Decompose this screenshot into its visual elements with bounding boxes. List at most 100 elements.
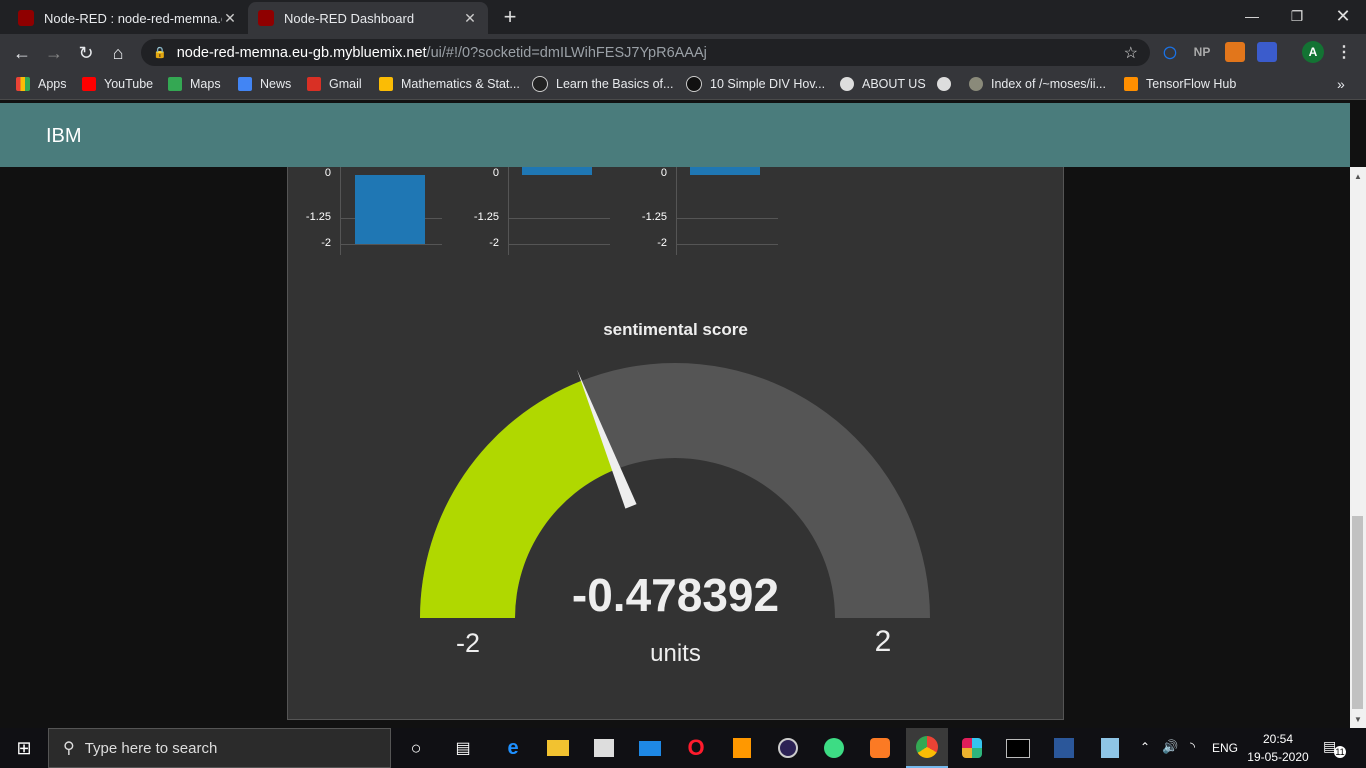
extension-np[interactable]: NP [1192,42,1212,62]
bookmark-mathematics[interactable]: Mathematics & Stat... [379,74,520,94]
cortana-icon[interactable]: ○ [401,733,431,763]
seal-icon [969,77,983,91]
tab-title: Node-RED Dashboard [284,10,415,26]
chart2-y-axis [508,167,509,255]
notification-center-icon[interactable]: ▤ 11 [1323,738,1346,758]
scroll-up-arrow[interactable]: ▲ [1350,168,1366,184]
bookmark-globe[interactable] [937,74,959,94]
gauge-value: -0.478392 [571,569,780,621]
bookmark-maps[interactable]: Maps [168,74,221,94]
bookmark-learn-basics[interactable]: Learn the Basics of... [532,74,673,94]
url-path: /ui/#!/0?socketid=dmILWihFESJ7YpR6AAAj [426,44,707,61]
gmail-icon [307,77,321,91]
gauge-max-label: 2 [874,625,892,658]
restore-button[interactable]: ❐ [1274,0,1320,32]
chart3-tick-neg2: -2 [657,237,667,249]
slack-icon[interactable] [957,733,987,763]
close-tab-icon[interactable]: ✕ [222,10,238,27]
extension-screen-icon[interactable] [1257,42,1277,62]
store-icon[interactable] [589,733,619,763]
language-indicator[interactable]: ENG [1212,741,1238,755]
gauge-title: sentimental score [603,320,748,339]
tab-node-red-dashboard[interactable]: Node-RED Dashboard ✕ [248,2,488,34]
chart1-tick-neg2: -2 [321,237,331,249]
globe-icon [937,77,951,91]
tab-node-red-editor[interactable]: Node-RED : node-red-memna.eu-gb.mybluemi… [8,2,248,34]
bookmark-div-hover[interactable]: 10 Simple DIV Hov... [686,74,825,94]
xampp-icon[interactable] [865,733,895,763]
chart2-tick-neg1-25: -1.25 [473,211,499,223]
bookmark-label: Apps [38,77,67,91]
file-explorer-icon[interactable] [543,733,573,763]
scrollbar-thumb[interactable] [1352,516,1363,709]
android-studio-icon[interactable] [819,733,849,763]
chart3-tick-neg1-25: -1.25 [641,211,667,223]
bookmark-youtube[interactable]: YouTube [82,74,153,94]
bookmark-tensorflow-hub[interactable]: TensorFlow Hub [1124,74,1236,94]
mail-icon[interactable] [635,733,665,763]
clock-date[interactable]: 19-05-2020 [1246,750,1310,764]
menu-dots-icon[interactable]: ⋮ [1334,42,1354,62]
minimize-button[interactable]: — [1229,0,1275,32]
bookmark-apps[interactable]: Apps [16,74,67,94]
chart2-tick-0: 0 [492,167,499,179]
new-tab-button[interactable]: + [498,4,522,29]
dashboard-header [0,103,1350,167]
chart3-gridline [676,244,778,245]
chart2-tick-neg2: -2 [489,237,499,249]
lock-icon: 🔒 [153,47,167,59]
chart3-y-axis [676,167,677,255]
dashboard-title: IBM [46,125,82,147]
task-view-icon[interactable]: ▤ [448,733,478,763]
volume-icon[interactable]: 🔊 [1162,739,1178,755]
node-red-icon [258,10,274,26]
notification-count: 11 [1334,746,1346,758]
address-bar[interactable]: 🔒 node-red-memna.eu-gb.mybluemix.net /ui… [141,39,1150,66]
taskbar-search-box[interactable]: ⚲ Type here to search [48,728,391,768]
extension-shield-icon[interactable]: ◯ [1160,42,1180,62]
tray-chevron-icon[interactable]: ⌃ [1140,740,1150,754]
bookmark-about-us[interactable]: ABOUT US [840,74,926,94]
search-placeholder: Type here to search [84,739,218,757]
chart1-tick-neg1-25: -1.25 [305,211,331,223]
bookmark-label: ABOUT US [862,77,926,91]
chart3-bar [690,167,760,175]
news-icon [238,77,252,91]
chart1-y-axis [340,167,341,255]
metamask-fox-icon[interactable] [1225,42,1245,62]
notepad-icon[interactable] [1095,733,1125,763]
eclipse-icon[interactable] [773,733,803,763]
home-icon[interactable]: ⌂ [105,40,131,66]
edge-icon[interactable]: e [498,733,528,763]
forward-icon[interactable]: → [41,40,67,66]
back-icon[interactable]: ← [9,40,35,66]
windows-start-icon[interactable]: ⊞ [9,733,39,763]
youtube-icon [82,77,96,91]
chart3-gridline [676,218,778,219]
profile-avatar[interactable]: A [1302,41,1324,63]
reload-icon[interactable]: ↻ [73,40,99,66]
close-tab-icon[interactable]: ✕ [462,10,478,27]
bookmark-gmail[interactable]: Gmail [307,74,362,94]
chart2-gridline [508,218,610,219]
chart1-tick-0: 0 [324,167,331,179]
word-icon[interactable] [1049,733,1079,763]
sublime-icon[interactable] [727,733,757,763]
chrome-icon[interactable] [906,728,948,768]
bookmarks-overflow-button[interactable]: » [1337,74,1345,94]
scroll-down-arrow[interactable]: ▼ [1350,711,1366,727]
opera-icon[interactable]: O [681,733,711,763]
wifi-icon[interactable]: ◝ [1190,739,1195,755]
window-close-button[interactable]: ✕ [1320,0,1366,32]
terminal-icon[interactable] [1003,733,1033,763]
url-host: node-red-memna.eu-gb.mybluemix.net [176,44,427,61]
tab-title: Node-RED : node-red-memna.eu-gb.mybluemi… [44,10,222,26]
chart2-gridline [508,244,610,245]
chart1-bar [355,175,425,244]
chart3-tick-0: 0 [660,167,667,179]
bookmark-index-moses[interactable]: Index of /~moses/ii... [969,74,1106,94]
bookmark-label: Gmail [329,77,362,91]
clock-time[interactable]: 20:54 [1250,732,1306,746]
bookmark-news[interactable]: News [238,74,291,94]
bookmark-star-icon[interactable]: ☆ [1124,43,1138,63]
